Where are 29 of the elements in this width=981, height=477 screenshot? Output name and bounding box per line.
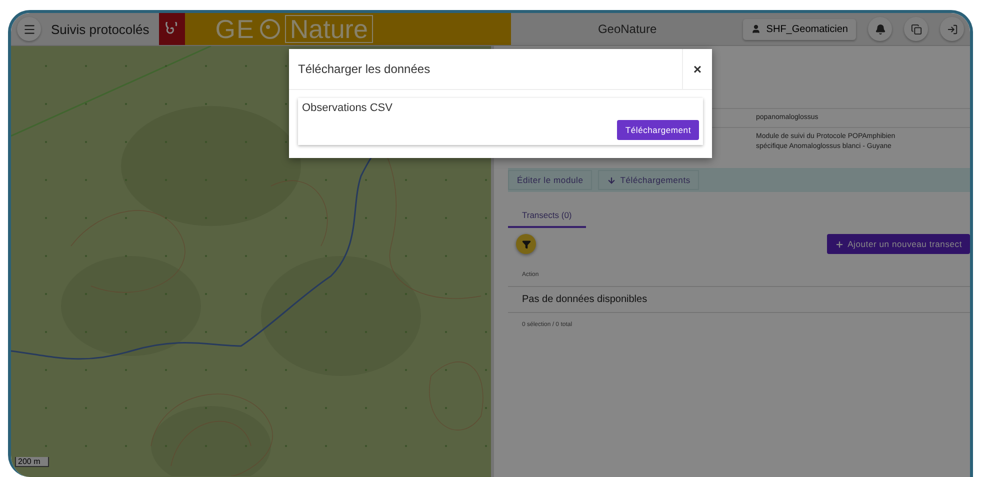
spiral-logo-icon [165,22,180,36]
tab[interactable]: Transects (0) [508,206,586,228]
close-button[interactable]: × [682,49,712,89]
logout-button[interactable] [940,17,964,41]
logo-text: Nature [284,15,373,43]
menu-button[interactable] [17,17,41,41]
logo-text: GE [215,14,255,44]
copy-icon [910,24,922,34]
map-scale: 200 m [15,457,50,467]
plus-icon [834,240,844,248]
empty-message: Pas de données disponibles [508,287,970,313]
edit-module-button[interactable]: Éditer le module [508,170,592,190]
download-button[interactable]: Téléchargement [617,120,699,140]
menu-icon [22,22,36,36]
downloads-button[interactable]: Téléchargements [598,170,700,190]
copy-button[interactable] [904,17,928,41]
app-section-title: Suivis protocolés [51,22,150,36]
download-label: Observations CSV [302,102,394,114]
app-name: GeoNature [596,22,658,36]
bell-icon [874,24,886,34]
user-button[interactable]: SHF_Geomaticien [743,18,856,40]
add-transect-button[interactable]: Ajouter un nouveau transect [826,234,970,254]
dialog-title: Télécharger les données [297,62,430,76]
arrow-down-icon [607,176,616,184]
user-icon [751,24,762,34]
logout-icon [946,24,958,34]
filter-button[interactable] [516,234,536,254]
notifications-button[interactable] [868,17,892,41]
filter-icon [522,240,530,248]
